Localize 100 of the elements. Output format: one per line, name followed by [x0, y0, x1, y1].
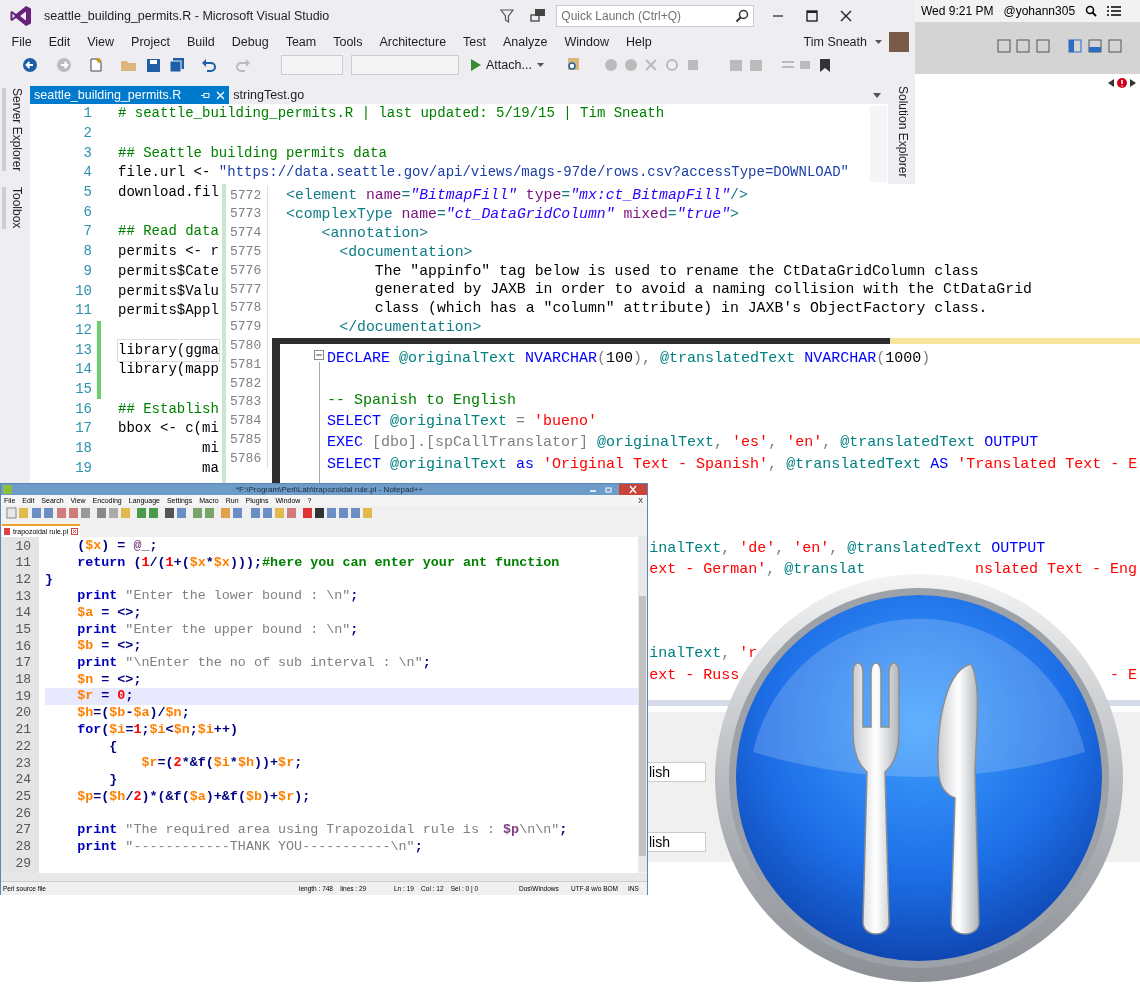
- code-line: <annotation>: [320, 223, 429, 243]
- save-all-icon[interactable]: [169, 57, 185, 73]
- line-number: 11: [14, 554, 31, 573]
- close-icon[interactable]: [840, 10, 853, 22]
- line-number: 15: [74, 379, 92, 399]
- menu-item[interactable]: Build: [178, 32, 224, 52]
- menu-item[interactable]: View: [78, 32, 123, 52]
- line-number: 16: [74, 399, 92, 419]
- code-line: return (1/(1+($x*$x)));#here you can enter your ant function: [76, 554, 560, 572]
- menu-item[interactable]: Help: [617, 32, 661, 52]
- scrollbar[interactable]: [638, 536, 647, 872]
- maximize-icon[interactable]: [806, 10, 819, 22]
- app-icon: [3, 485, 12, 494]
- app-logo-icon: [9, 4, 33, 28]
- code-line: -- Spanish to English: [327, 391, 517, 412]
- code-line: ## Read data: [118, 222, 219, 242]
- line-number: 5776: [226, 260, 268, 281]
- code-line: inalText, 'de', 'en', @translatedText OUTPUT: [649, 538, 1046, 559]
- code-line: SELECT @originalText as 'Original Text - Spanish', @translatedText AS 'Translated Text - E: [327, 454, 1138, 475]
- code-line: <element name="BitmapFill" type="mx:ct_BitmapFill"/>: [286, 186, 748, 206]
- line-number: 26: [14, 804, 31, 823]
- editor-tab[interactable]: seattle_building_permits.R: [30, 86, 230, 104]
- code-line: # seattle_building_permits.R | last updated: 5/19/15 | Tim Sneath: [118, 104, 665, 124]
- collapse-icon[interactable]: [314, 350, 324, 360]
- scrollbar[interactable]: [1, 873, 647, 881]
- feedback-icon[interactable]: [530, 8, 547, 24]
- user-name[interactable]: @yohann305: [1003, 2, 1076, 20]
- list-icon[interactable]: [1107, 5, 1122, 17]
- menu-item[interactable]: Architecture: [370, 32, 455, 52]
- menu-item[interactable]: File: [3, 32, 41, 52]
- menu-item[interactable]: Analyze: [494, 32, 556, 52]
- search-icon[interactable]: [735, 9, 750, 23]
- filter-icon[interactable]: [500, 9, 515, 23]
- line-number: 21: [14, 721, 31, 740]
- line-number: 13: [14, 587, 31, 606]
- code-line: - E: [1110, 665, 1137, 686]
- left-arrow-icon[interactable]: [1108, 79, 1114, 87]
- code-line: inalText, 'r: [649, 644, 758, 665]
- line-number: 23: [14, 754, 31, 773]
- code-line: </documentation>: [338, 317, 482, 337]
- code-line: EXEC [dbo].[spCallTranslator] @originalText, 'es', 'en', @translatedText OUTPUT: [327, 433, 1039, 454]
- line-number: 10: [74, 281, 92, 301]
- error-icon[interactable]: [1117, 78, 1127, 88]
- menu-item[interactable]: Test: [454, 32, 495, 52]
- right-arrow-icon[interactable]: [1130, 79, 1136, 87]
- menu-item[interactable]: Tools: [324, 32, 371, 52]
- line-number: 5779: [226, 317, 268, 337]
- code-line: SELECT @originalText = 'bueno': [327, 412, 598, 433]
- menu-item[interactable]: Team: [277, 32, 325, 52]
- caret-icon[interactable]: [873, 93, 881, 98]
- code-line: library(ggma: [118, 339, 219, 361]
- line-number: 12: [74, 320, 92, 340]
- search-icon[interactable]: [1085, 5, 1098, 17]
- code-line: DECLARE @originalText NVARCHAR(100), @translatedText NVARCHAR(1000): [327, 349, 931, 369]
- code-line: ma: [201, 458, 219, 478]
- editor-tab[interactable]: stringTest.go: [229, 86, 309, 104]
- table-cell: lish: [646, 762, 706, 782]
- code-line: for($i=1;$i<$n;$i++): [76, 721, 238, 739]
- code-line: permits$Cate: [118, 261, 219, 281]
- table-cell: lish: [646, 832, 706, 852]
- clock[interactable]: Wed 9:21 PM: [921, 2, 994, 20]
- caret-icon[interactable]: [875, 39, 882, 45]
- code-line: file.url <- "https://data.seattle.gov/api/views/mags-97de/rows.csv?accessType=DOWNLOAD": [118, 163, 849, 183]
- code-line: <documentation>: [338, 242, 473, 262]
- code-line: print "Enter the upper bound : \n";: [76, 621, 359, 639]
- side-tab[interactable]: Toolbox: [2, 187, 26, 229]
- line-number: 8: [82, 242, 92, 262]
- menu-item[interactable]: Project: [122, 32, 179, 52]
- line-number: 5782: [226, 373, 268, 394]
- menu-item[interactable]: Window: [556, 32, 618, 52]
- code-line: nslated Text - Eng: [975, 560, 1138, 580]
- code-line: $n = <>;: [76, 671, 142, 689]
- user-name[interactable]: Tim Sneath: [803, 32, 867, 52]
- code-line: $b = <>;: [76, 638, 142, 655]
- side-tab[interactable]: Server Explorer: [2, 88, 26, 172]
- line-number: 9: [82, 261, 92, 281]
- code-line: $h=($b-$a)/$n;: [76, 704, 190, 722]
- new-item-icon[interactable]: [88, 57, 104, 73]
- menu-item[interactable]: Debug: [223, 32, 278, 52]
- line-number: 22: [14, 737, 31, 756]
- attach-button[interactable]: Attach...: [471, 55, 544, 75]
- line-number: 5781: [226, 354, 268, 375]
- line-number: 7: [82, 222, 92, 242]
- back-icon[interactable]: [22, 57, 38, 73]
- line-number: 6: [82, 202, 92, 222]
- line-number: 5777: [226, 279, 268, 300]
- undo-icon[interactable]: [201, 57, 217, 73]
- line-number: 4: [82, 163, 92, 183]
- line-number: 5786: [226, 448, 268, 469]
- code-line: print "\nEnter the no of sub interval : \n";: [76, 654, 431, 672]
- find-icon[interactable]: [565, 57, 582, 73]
- menu-item[interactable]: Edit: [40, 32, 79, 52]
- line-number: 18: [14, 671, 31, 690]
- pin-icon[interactable]: [201, 90, 211, 100]
- line-number: 5774: [226, 223, 268, 243]
- side-tab[interactable]: Solution Explorer: [893, 86, 912, 178]
- line-number: 17: [14, 654, 31, 673]
- quick-launch-field[interactable]: Quick Launch (Ctrl+Q): [556, 5, 755, 27]
- save-icon[interactable]: [146, 57, 161, 73]
- line-number: 3: [82, 143, 92, 163]
